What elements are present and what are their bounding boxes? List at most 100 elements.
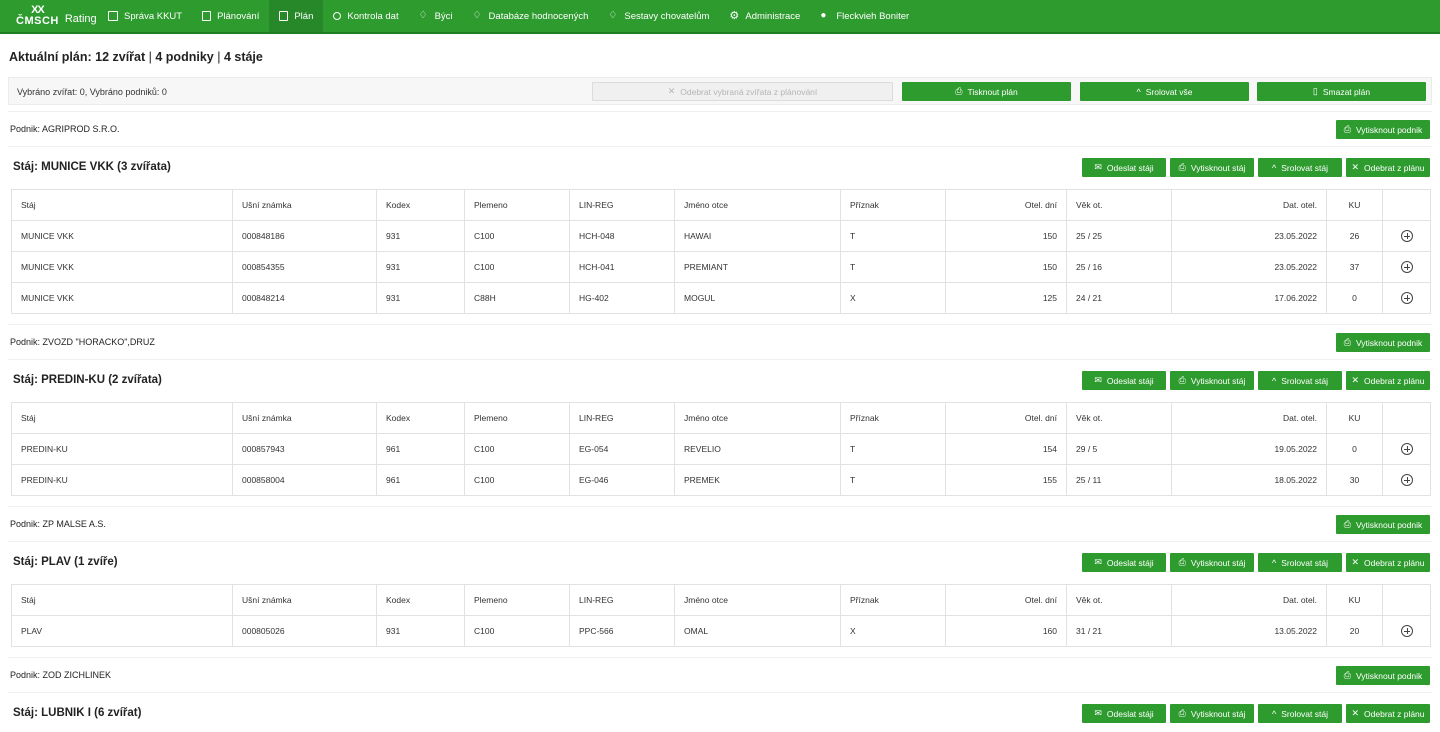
cell-flag: X: [840, 615, 946, 647]
podnik-row: Podnik: ZP MALSE A.S. ⎙ Vytisknout podnik: [8, 506, 1432, 542]
nav-item-planovani[interactable]: Plánování: [192, 0, 269, 32]
column-header[interactable]: Věk ot.: [1066, 402, 1172, 434]
column-header[interactable]: Kodex: [376, 584, 465, 616]
column-header[interactable]: Dat. otel.: [1171, 402, 1327, 434]
cell-ear-tag: 000805026: [232, 615, 377, 647]
button-label: Odebrat z plánu: [1364, 375, 1425, 386]
column-header[interactable]: Ušní známka: [232, 402, 377, 434]
column-header[interactable]: Jméno otce: [674, 584, 841, 616]
column-header[interactable]: Věk ot.: [1066, 189, 1172, 221]
column-header[interactable]: Kodex: [376, 402, 465, 434]
button-label: Vytisknout stáj: [1190, 708, 1246, 719]
send-stable-button[interactable]: ✉ Odeslat stáji: [1082, 158, 1166, 177]
print-podnik-button[interactable]: ⎙ Vytisknout podnik: [1336, 333, 1430, 352]
column-header[interactable]: Dat. otel.: [1171, 189, 1327, 221]
column-header[interactable]: KU: [1326, 189, 1383, 221]
nav-item-sestavy-chovatelum[interactable]: ♢ Sestavy chovatelům: [598, 0, 719, 32]
add-circle-icon[interactable]: [1400, 474, 1413, 486]
column-header[interactable]: Stáj: [11, 189, 233, 221]
print-stable-button[interactable]: ⎙ Vytisknout stáj: [1170, 553, 1254, 572]
column-header[interactable]: Otel. dní: [945, 584, 1067, 616]
printer-icon: ⎙: [1178, 162, 1186, 172]
table-row[interactable]: MUNICE VKK 000848214 931 C88H HG-402 MOG…: [11, 282, 1431, 314]
remove-from-plan-button[interactable]: ✕ Odebrat z plánu: [1346, 553, 1430, 572]
nav-item-databaze-hodnocenych[interactable]: ♢ Databáze hodnocených: [463, 0, 599, 32]
nav-item-sprava-kkut[interactable]: Správa KKUT: [98, 0, 192, 32]
send-stable-button[interactable]: ✉ Odeslat stáji: [1082, 371, 1166, 390]
add-circle-icon[interactable]: [1400, 443, 1413, 455]
column-header[interactable]: Dat. otel.: [1171, 584, 1327, 616]
table-row[interactable]: MUNICE VKK 000854355 931 C100 HCH-041 PR…: [11, 251, 1431, 283]
cow-icon: ♢: [472, 10, 482, 21]
cell-kodex: 961: [376, 464, 465, 496]
print-podnik-button[interactable]: ⎙ Vytisknout podnik: [1336, 120, 1430, 139]
remove-from-plan-button[interactable]: ✕ Odebrat z plánu: [1346, 158, 1430, 177]
table-row[interactable]: PREDIN-KU 000858004 961 C100 EG-046 PREM…: [11, 464, 1431, 496]
remove-selected-button[interactable]: ✕ Odebrat vybraná zvířata z plánování: [592, 82, 893, 101]
column-header[interactable]: Jméno otce: [674, 402, 841, 434]
print-stable-button[interactable]: ⎙ Vytisknout stáj: [1170, 371, 1254, 390]
column-header[interactable]: Stáj: [11, 402, 233, 434]
column-header[interactable]: Kodex: [376, 189, 465, 221]
add-circle-icon[interactable]: [1400, 230, 1413, 242]
nav-item-administrace[interactable]: ⚙ Administrace: [719, 0, 810, 32]
nav-item-kontrola-dat[interactable]: Kontrola dat: [323, 0, 408, 32]
collapse-all-button[interactable]: ^ Srolovat vše: [1080, 82, 1249, 101]
cell-ku: 20: [1326, 615, 1383, 647]
button-label: Vytisknout podnik: [1355, 519, 1423, 530]
print-stable-button[interactable]: ⎙ Vytisknout stáj: [1170, 158, 1254, 177]
chevron-up-icon: ^: [1271, 557, 1277, 568]
printer-icon: ⎙: [955, 86, 963, 96]
print-plan-button[interactable]: ⎙ Tisknout plán: [902, 82, 1071, 101]
table-header-row: Stáj Ušní známka Kodex Plemeno LIN-REG J…: [11, 584, 1431, 616]
column-header[interactable]: Příznak: [840, 584, 946, 616]
collapse-stable-button[interactable]: ^ Srolovat stáj: [1258, 158, 1342, 177]
table-row[interactable]: PLAV 000805026 931 C100 PPC-566 OMAL X 1…: [11, 615, 1431, 647]
column-header[interactable]: KU: [1326, 584, 1383, 616]
plan-podnik-count: 4 podniky: [155, 50, 214, 64]
print-podnik-button[interactable]: ⎙ Vytisknout podnik: [1336, 666, 1430, 685]
column-header[interactable]: Příznak: [840, 189, 946, 221]
add-circle-icon[interactable]: [1400, 292, 1413, 304]
printer-icon: ⎙: [1178, 557, 1186, 567]
column-header[interactable]: LIN-REG: [569, 584, 675, 616]
remove-from-plan-button[interactable]: ✕ Odebrat z plánu: [1346, 371, 1430, 390]
column-header[interactable]: Ušní známka: [232, 189, 377, 221]
column-header[interactable]: Otel. dní: [945, 189, 1067, 221]
brand-logo[interactable]: XX ČMSCH Rating: [0, 0, 98, 32]
logo-product: Rating: [64, 13, 97, 25]
button-label: Odebrat vybraná zvířata z plánování: [680, 86, 818, 97]
cell-ear-tag: 000854355: [232, 251, 377, 283]
separator: |: [217, 50, 221, 64]
cell-lin-reg: PPC-566: [569, 615, 675, 647]
table-row[interactable]: MUNICE VKK 000848186 931 C100 HCH-048 HA…: [11, 220, 1431, 252]
column-header[interactable]: Jméno otce: [674, 189, 841, 221]
column-header[interactable]: LIN-REG: [569, 402, 675, 434]
column-header[interactable]: Věk ot.: [1066, 584, 1172, 616]
column-header[interactable]: Otel. dní: [945, 402, 1067, 434]
column-header[interactable]: LIN-REG: [569, 189, 675, 221]
add-circle-icon[interactable]: [1400, 261, 1413, 273]
add-circle-icon[interactable]: [1400, 625, 1413, 637]
collapse-stable-button[interactable]: ^ Srolovat stáj: [1258, 553, 1342, 572]
column-header[interactable]: Plemeno: [464, 189, 570, 221]
cell-kodex: 931: [376, 251, 465, 283]
print-stable-button[interactable]: ⎙ Vytisknout stáj: [1170, 704, 1254, 723]
column-header[interactable]: Příznak: [840, 402, 946, 434]
collapse-stable-button[interactable]: ^ Srolovat stáj: [1258, 371, 1342, 390]
nav-item-fleckvieh-boniter[interactable]: ● Fleckvieh Boniter: [810, 0, 919, 32]
send-stable-button[interactable]: ✉ Odeslat stáji: [1082, 704, 1166, 723]
collapse-stable-button[interactable]: ^ Srolovat stáj: [1258, 704, 1342, 723]
column-header[interactable]: Stáj: [11, 584, 233, 616]
remove-from-plan-button[interactable]: ✕ Odebrat z plánu: [1346, 704, 1430, 723]
delete-plan-button[interactable]: ▯ Smazat plán: [1257, 82, 1426, 101]
nav-item-byci[interactable]: ♢ Býci: [409, 0, 463, 32]
table-row[interactable]: PREDIN-KU 000857943 961 C100 EG-054 REVE…: [11, 433, 1431, 465]
column-header[interactable]: Plemeno: [464, 402, 570, 434]
send-stable-button[interactable]: ✉ Odeslat stáji: [1082, 553, 1166, 572]
column-header[interactable]: KU: [1326, 402, 1383, 434]
nav-item-plan[interactable]: Plán: [269, 0, 324, 32]
print-podnik-button[interactable]: ⎙ Vytisknout podnik: [1336, 515, 1430, 534]
column-header[interactable]: Ušní známka: [232, 584, 377, 616]
column-header[interactable]: Plemeno: [464, 584, 570, 616]
